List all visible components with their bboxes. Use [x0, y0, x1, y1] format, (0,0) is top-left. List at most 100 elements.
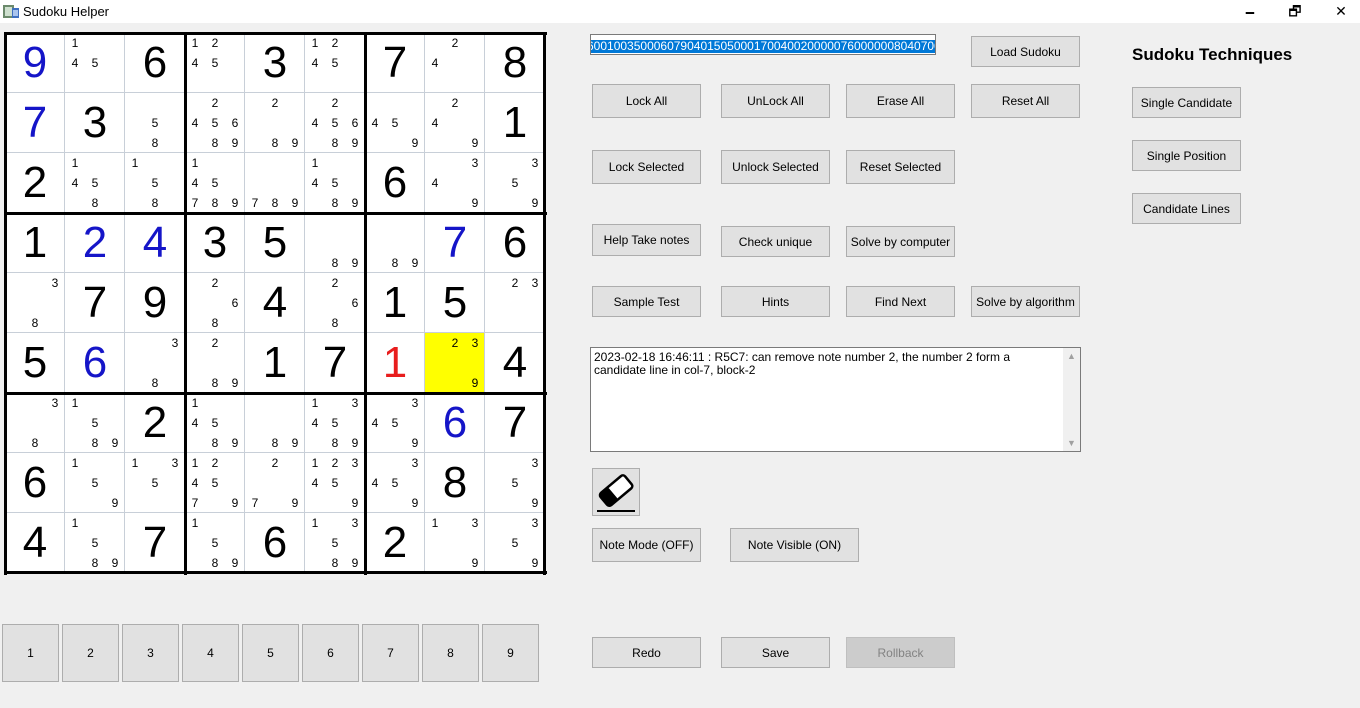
cell-r1c7[interactable]: 7: [365, 33, 425, 93]
cell-r6c5[interactable]: 1: [245, 333, 305, 393]
cell-r8c1[interactable]: 6: [5, 453, 65, 513]
cell-r8c8[interactable]: 8: [425, 453, 485, 513]
cell-r5c8[interactable]: 5: [425, 273, 485, 333]
note-visible-toggle[interactable]: Note Visible (ON): [730, 528, 859, 562]
cell-r9c3[interactable]: 7: [125, 513, 185, 573]
cell-r4c3[interactable]: 4: [125, 213, 185, 273]
log-scrollbar[interactable]: ▲ ▼: [1063, 348, 1080, 451]
cell-r8c9[interactable]: 359: [485, 453, 545, 513]
cell-r7c9[interactable]: 7: [485, 393, 545, 453]
cell-r7c5[interactable]: 89: [245, 393, 305, 453]
cell-r3c3[interactable]: 15 8: [125, 153, 185, 213]
reset-all-button[interactable]: Reset All: [971, 84, 1080, 118]
number-pad-button-4[interactable]: 4: [182, 624, 239, 682]
erase-all-button[interactable]: Erase All: [846, 84, 955, 118]
note-mode-toggle[interactable]: Note Mode (OFF): [592, 528, 701, 562]
single-candidate-button[interactable]: Single Candidate: [1132, 87, 1241, 118]
cell-r3c2[interactable]: 1 45 8: [65, 153, 125, 213]
cell-r7c6[interactable]: 1 3 45 89: [305, 393, 365, 453]
number-pad-button-8[interactable]: 8: [422, 624, 479, 682]
cell-r8c7[interactable]: 3 459: [365, 453, 425, 513]
cell-r9c9[interactable]: 359: [485, 513, 545, 573]
cell-r1c6[interactable]: 1245: [305, 33, 365, 93]
cell-r9c1[interactable]: 4: [5, 513, 65, 573]
number-pad-button-2[interactable]: 2: [62, 624, 119, 682]
cell-r4c2[interactable]: 2: [65, 213, 125, 273]
cell-r4c8[interactable]: 7: [425, 213, 485, 273]
unlock-selected-button[interactable]: Unlock Selected: [721, 150, 830, 184]
cell-r3c8[interactable]: 3 4 9: [425, 153, 485, 213]
cell-r4c5[interactable]: 5: [245, 213, 305, 273]
cell-r3c9[interactable]: 359: [485, 153, 545, 213]
cell-r2c9[interactable]: 1: [485, 93, 545, 153]
lock-all-button[interactable]: Lock All: [592, 84, 701, 118]
cell-r1c9[interactable]: 8: [485, 33, 545, 93]
cell-r1c1[interactable]: 9: [5, 33, 65, 93]
cell-r1c4[interactable]: 1245: [185, 33, 245, 93]
cell-r6c9[interactable]: 4: [485, 333, 545, 393]
cell-r5c1[interactable]: 38: [5, 273, 65, 333]
cell-r6c1[interactable]: 5: [5, 333, 65, 393]
cell-r5c6[interactable]: 268: [305, 273, 365, 333]
cell-r8c2[interactable]: 159: [65, 453, 125, 513]
cell-r2c4[interactable]: 245689: [185, 93, 245, 153]
unlock-all-button[interactable]: UnLock All: [721, 84, 830, 118]
cell-r6c6[interactable]: 7: [305, 333, 365, 393]
close-button[interactable]: ✕: [1318, 0, 1360, 23]
load-sudoku-button[interactable]: Load Sudoku: [971, 36, 1080, 67]
cell-r9c5[interactable]: 6: [245, 513, 305, 573]
cell-r7c3[interactable]: 2: [125, 393, 185, 453]
check-unique-button[interactable]: Check unique: [721, 226, 830, 257]
cell-r4c7[interactable]: 89: [365, 213, 425, 273]
cell-r3c4[interactable]: 1 45789: [185, 153, 245, 213]
cell-r4c9[interactable]: 6: [485, 213, 545, 273]
cell-r6c3[interactable]: 38: [125, 333, 185, 393]
help-take-notes-button[interactable]: Help Take notes: [592, 224, 701, 256]
cell-r9c7[interactable]: 2: [365, 513, 425, 573]
scroll-down-icon[interactable]: ▼: [1067, 438, 1076, 448]
cell-r2c5[interactable]: 2 89: [245, 93, 305, 153]
cell-r8c5[interactable]: 2 7 9: [245, 453, 305, 513]
cell-r8c6[interactable]: 123 459: [305, 453, 365, 513]
cell-r9c8[interactable]: 1 3 9: [425, 513, 485, 573]
candidate-lines-button[interactable]: Candidate Lines: [1132, 193, 1241, 224]
cell-r3c1[interactable]: 2: [5, 153, 65, 213]
cell-r9c2[interactable]: 1589: [65, 513, 125, 573]
sample-test-button[interactable]: Sample Test: [592, 286, 701, 317]
cell-r5c9[interactable]: 23: [485, 273, 545, 333]
number-pad-button-9[interactable]: 9: [482, 624, 539, 682]
redo-button[interactable]: Redo: [592, 637, 701, 668]
cell-r3c5[interactable]: 789: [245, 153, 305, 213]
cell-r2c7[interactable]: 459: [365, 93, 425, 153]
cell-r6c8[interactable]: 23 9: [425, 333, 485, 393]
cell-r2c1[interactable]: 7: [5, 93, 65, 153]
solve-by-algorithm-button[interactable]: Solve by algorithm: [971, 286, 1080, 317]
cell-r5c3[interactable]: 9: [125, 273, 185, 333]
cell-r2c6[interactable]: 245689: [305, 93, 365, 153]
cell-r3c6[interactable]: 1 45 89: [305, 153, 365, 213]
cell-r6c4[interactable]: 2 89: [185, 333, 245, 393]
cell-r7c8[interactable]: 6: [425, 393, 485, 453]
minimize-button[interactable]: 🗕: [1227, 0, 1273, 23]
cell-r6c2[interactable]: 6: [65, 333, 125, 393]
lock-selected-button[interactable]: Lock Selected: [592, 150, 701, 184]
cell-r1c5[interactable]: 3: [245, 33, 305, 93]
cell-r2c3[interactable]: 58: [125, 93, 185, 153]
single-position-button[interactable]: Single Position: [1132, 140, 1241, 171]
cell-r4c1[interactable]: 1: [5, 213, 65, 273]
number-pad-button-5[interactable]: 5: [242, 624, 299, 682]
cell-r5c7[interactable]: 1: [365, 273, 425, 333]
save-button[interactable]: Save: [721, 637, 830, 668]
cell-r1c2[interactable]: 1 45: [65, 33, 125, 93]
number-pad-button-1[interactable]: 1: [2, 624, 59, 682]
solve-by-computer-button[interactable]: Solve by computer: [846, 226, 955, 257]
cell-r5c4[interactable]: 268: [185, 273, 245, 333]
cell-r7c1[interactable]: 38: [5, 393, 65, 453]
cell-r5c2[interactable]: 7: [65, 273, 125, 333]
cell-r4c6[interactable]: 89: [305, 213, 365, 273]
hints-button[interactable]: Hints: [721, 286, 830, 317]
scroll-up-icon[interactable]: ▲: [1067, 351, 1076, 361]
cell-r4c4[interactable]: 3: [185, 213, 245, 273]
reset-selected-button[interactable]: Reset Selected: [846, 150, 955, 184]
cell-r6c7[interactable]: 1: [365, 333, 425, 393]
